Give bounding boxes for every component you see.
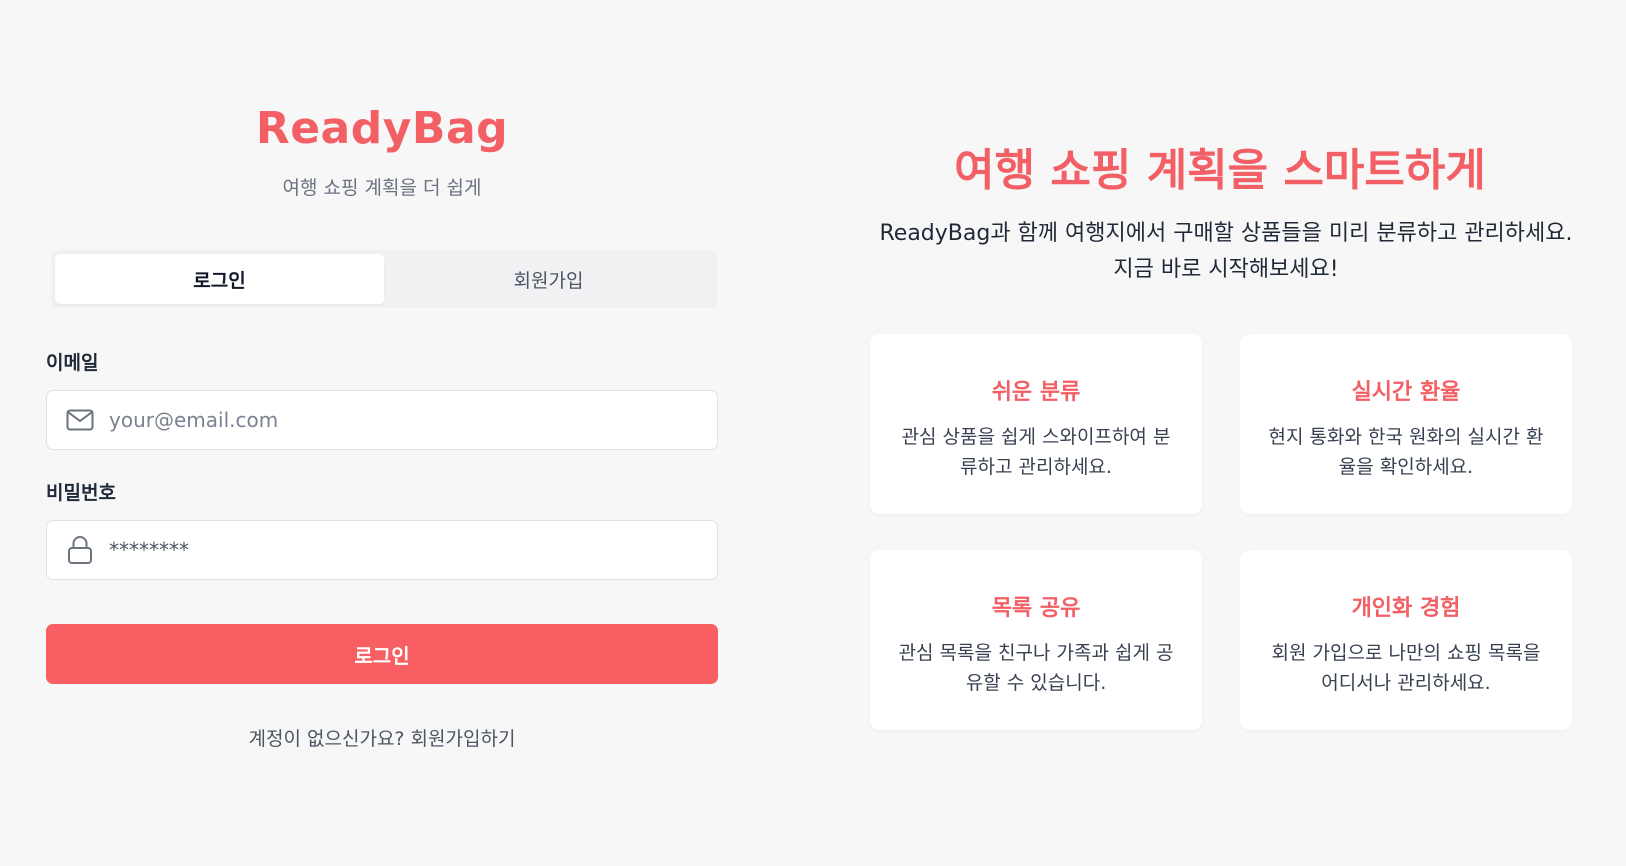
password-input[interactable] — [109, 538, 689, 562]
feature-title: 실시간 환율 — [1351, 380, 1461, 405]
auth-tabs: 로그인 회원가입 — [51, 250, 717, 308]
feature-description: 현지 통화와 한국 원화의 실시간 환율을 확인하세요. — [1268, 426, 1544, 478]
feature-title: 쉬운 분류 — [991, 380, 1081, 405]
brand-tagline: 여행 쇼핑 계획을 더 쉽게 — [282, 177, 482, 199]
brand-logo: ReadyBag — [255, 103, 509, 154]
mail-icon — [65, 405, 95, 435]
feature-card: 목록 공유 관심 목록을 친구나 가족과 쉽게 공유할 수 있습니다. — [870, 550, 1202, 730]
tab-signup[interactable]: 회원가입 — [384, 254, 713, 304]
tab-login[interactable]: 로그인 — [55, 254, 384, 304]
password-field[interactable] — [46, 520, 718, 580]
login-page: ReadyBag 여행 쇼핑 계획을 더 쉽게 로그인 회원가입 이메일 비밀번… — [0, 0, 1626, 866]
feature-description: 회원 가입으로 나만의 쇼핑 목록을 어디서나 관리하세요. — [1271, 642, 1541, 694]
feature-description: 관심 목록을 친구나 가족과 쉽게 공유할 수 있습니다. — [898, 642, 1174, 694]
hero-description: ReadyBag과 함께 여행지에서 구매할 상품들을 미리 분류하고 관리하세… — [879, 221, 1573, 282]
feature-title: 개인화 경험 — [1351, 596, 1461, 621]
feature-card: 실시간 환율 현지 통화와 한국 원화의 실시간 환율을 확인하세요. — [1240, 334, 1572, 514]
password-label: 비밀번호 — [46, 482, 116, 504]
signup-link[interactable]: 계정이 없으신가요? 회원가입하기 — [46, 724, 718, 751]
email-input[interactable] — [109, 408, 689, 432]
feature-card: 쉬운 분류 관심 상품을 쉽게 스와이프하여 분류하고 관리하세요. — [870, 334, 1202, 514]
login-button[interactable]: 로그인 — [46, 624, 718, 684]
feature-card: 개인화 경험 회원 가입으로 나만의 쇼핑 목록을 어디서나 관리하세요. — [1240, 550, 1572, 730]
lock-icon — [65, 535, 95, 565]
email-field[interactable] — [46, 390, 718, 450]
hero-title: 여행 쇼핑 계획을 스마트하게 — [954, 145, 1486, 196]
email-label: 이메일 — [46, 352, 99, 374]
feature-description: 관심 상품을 쉽게 스와이프하여 분류하고 관리하세요. — [901, 426, 1171, 478]
feature-title: 목록 공유 — [991, 596, 1081, 621]
